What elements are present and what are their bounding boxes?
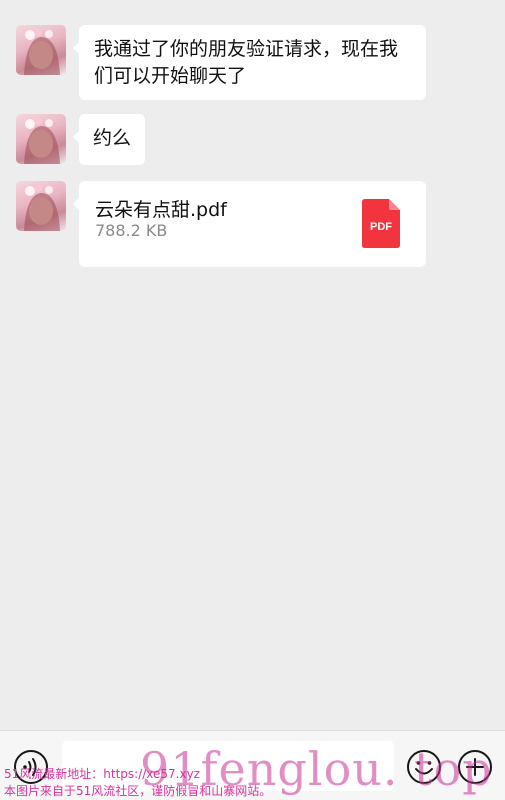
message-row: 约么	[16, 114, 146, 165]
text-bubble[interactable]: 我通过了你的朋友验证请求，现在我们可以开始聊天了	[73, 25, 426, 100]
message-row: 云朵有点甜.pdf 788.2 KB PDF	[16, 181, 426, 267]
avatar[interactable]	[16, 114, 66, 164]
message-row: 我通过了你的朋友验证请求，现在我们可以开始聊天了	[16, 25, 426, 100]
file-name: 云朵有点甜.pdf	[95, 199, 227, 221]
avatar[interactable]	[16, 25, 66, 75]
file-bubble[interactable]: 云朵有点甜.pdf 788.2 KB PDF	[73, 181, 426, 267]
emoji-icon[interactable]	[406, 749, 442, 785]
plus-icon[interactable]	[457, 749, 493, 785]
watermark-notice: 本图片来自于51风流社区，谨防假冒和山寨网站。	[4, 784, 272, 798]
chat-area: 我通过了你的朋友验证请求，现在我们可以开始聊天了 约么 云朵有点甜.pdf 78…	[0, 0, 505, 730]
file-size: 788.2 KB	[95, 221, 168, 240]
text-bubble[interactable]: 约么	[72, 114, 146, 165]
avatar[interactable]	[16, 181, 66, 231]
pdf-type-label: PDF	[370, 221, 392, 233]
watermark-address: 51风流最新地址：https://xe57.xyz	[4, 767, 200, 781]
